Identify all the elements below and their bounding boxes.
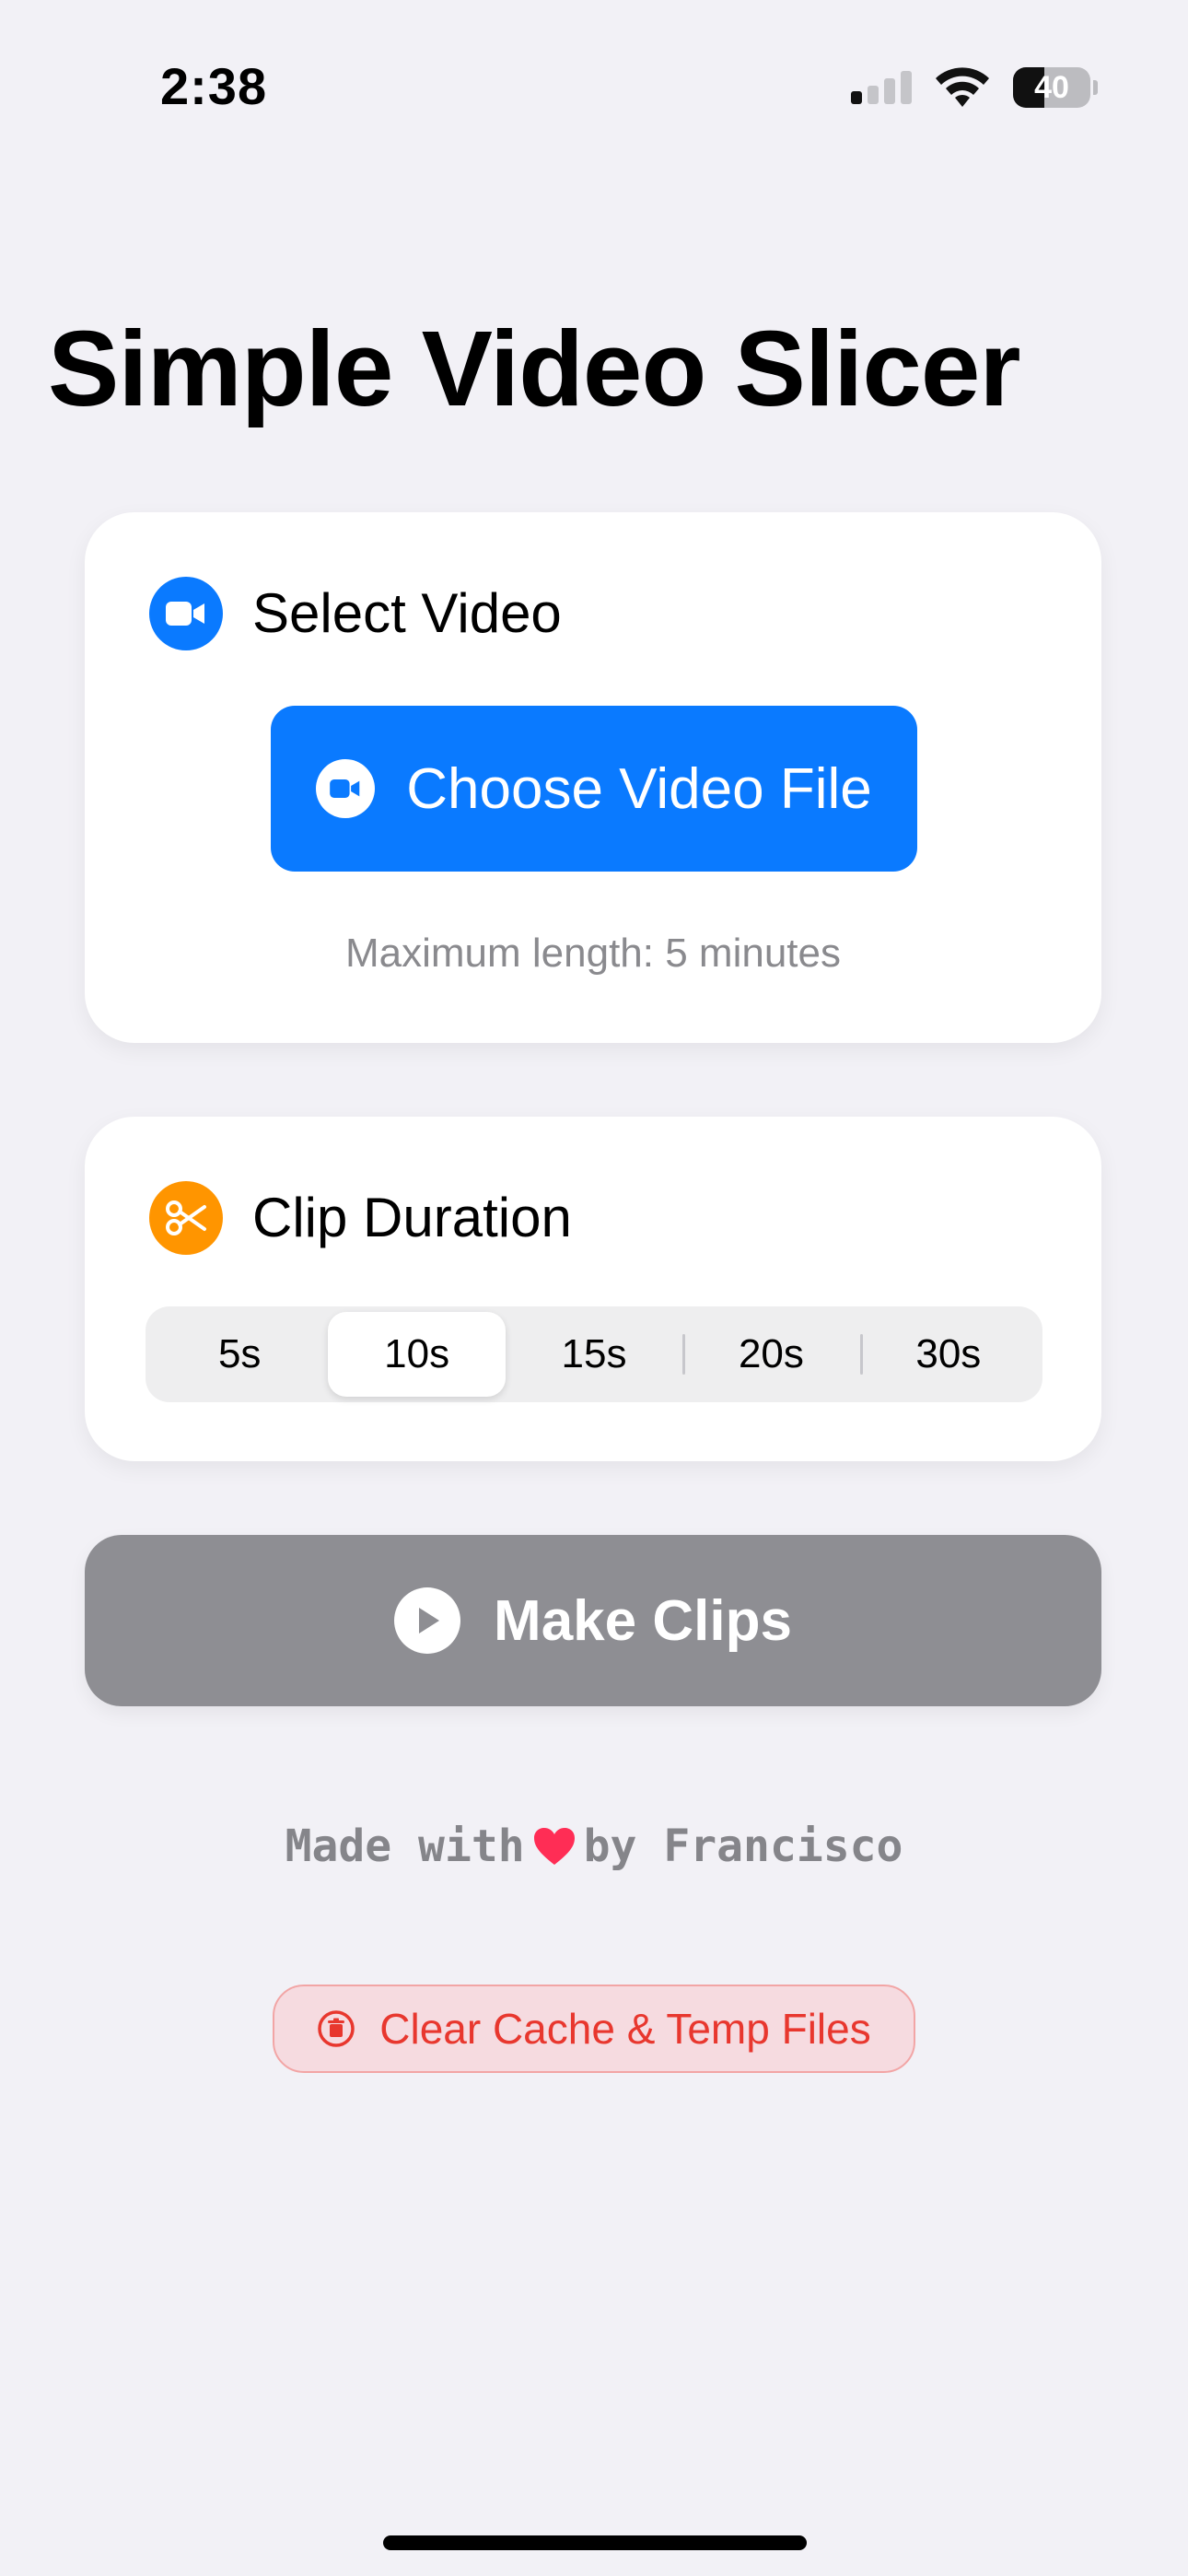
duration-option-5s[interactable]: 5s bbox=[151, 1312, 328, 1397]
credit-prefix: Made with bbox=[285, 1821, 525, 1872]
video-camera-icon bbox=[149, 577, 223, 650]
select-video-title: Select Video bbox=[252, 582, 562, 644]
page-title: Simple Video Slicer bbox=[48, 309, 1021, 428]
status-indicators: 40 bbox=[851, 64, 1098, 111]
max-length-note: Maximum length: 5 minutes bbox=[345, 931, 841, 976]
trash-icon bbox=[317, 2009, 355, 2048]
segment-divider bbox=[859, 1334, 863, 1375]
clear-cache-button[interactable]: Clear Cache & Temp Files bbox=[273, 1985, 915, 2073]
clear-cache-label: Clear Cache & Temp Files bbox=[379, 2005, 871, 2053]
duration-option-label: 15s bbox=[561, 1331, 627, 1376]
duration-option-30s[interactable]: 30s bbox=[859, 1312, 1037, 1397]
select-video-header: Select Video bbox=[149, 577, 562, 650]
clip-duration-header: Clip Duration bbox=[149, 1181, 572, 1255]
make-clips-button[interactable]: Make Clips bbox=[85, 1535, 1101, 1706]
duration-segmented-control: 5s 10s 15s 20s 30s bbox=[146, 1306, 1042, 1402]
duration-option-10s[interactable]: 10s bbox=[328, 1312, 506, 1397]
battery-cap bbox=[1093, 80, 1098, 95]
video-camera-icon bbox=[316, 759, 376, 818]
duration-option-label: 20s bbox=[738, 1331, 804, 1376]
clip-duration-card: Clip Duration 5s 10s 15s 20s 30s bbox=[85, 1117, 1101, 1461]
choose-video-file-label: Choose Video File bbox=[406, 756, 872, 821]
credits: Made with by Francisco bbox=[0, 1821, 1188, 1872]
scissors-icon bbox=[149, 1181, 223, 1255]
credit-suffix: by Francisco bbox=[583, 1821, 903, 1872]
clip-duration-title: Clip Duration bbox=[252, 1187, 572, 1248]
play-icon bbox=[394, 1587, 461, 1654]
duration-option-label: 5s bbox=[217, 1331, 262, 1376]
battery-icon: 40 bbox=[1013, 67, 1090, 108]
choose-video-file-button[interactable]: Choose Video File bbox=[271, 706, 917, 872]
wifi-icon bbox=[936, 67, 989, 107]
status-time: 2:38 bbox=[160, 57, 268, 115]
make-clips-label: Make Clips bbox=[494, 1588, 792, 1653]
battery-level: 40 bbox=[1034, 69, 1069, 105]
select-video-card: Select Video Choose Video File Maximum l… bbox=[85, 512, 1101, 1043]
duration-option-20s[interactable]: 20s bbox=[682, 1312, 859, 1397]
duration-option-label: 30s bbox=[915, 1331, 982, 1376]
cellular-signal-icon bbox=[851, 71, 912, 104]
heart-icon bbox=[532, 1826, 577, 1867]
home-indicator[interactable] bbox=[383, 2535, 807, 2550]
duration-option-label: 10s bbox=[384, 1331, 450, 1376]
segment-divider bbox=[682, 1334, 686, 1375]
duration-option-15s[interactable]: 15s bbox=[506, 1312, 682, 1397]
